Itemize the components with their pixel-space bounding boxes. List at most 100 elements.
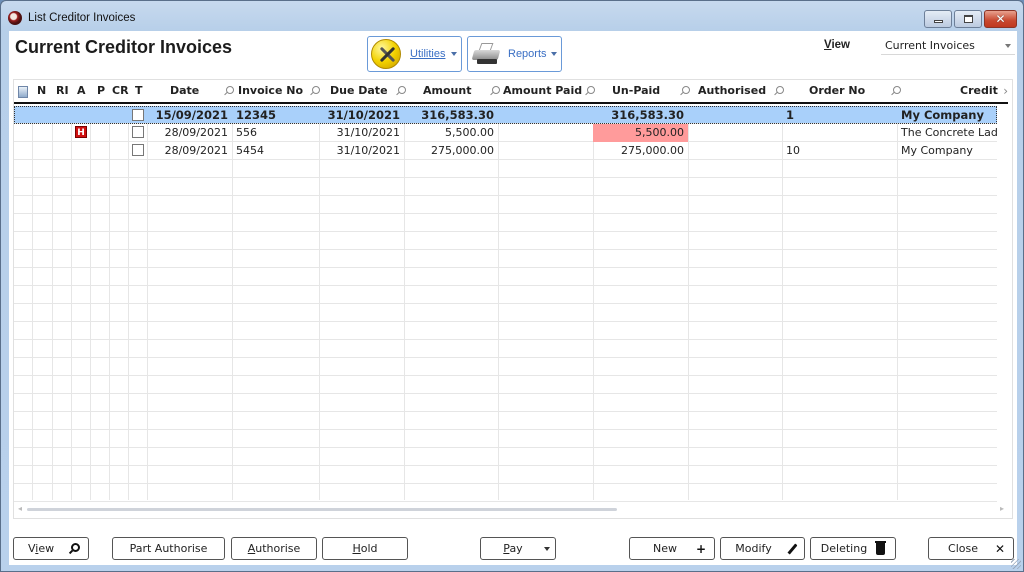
row-divider xyxy=(14,249,997,250)
row-divider xyxy=(14,285,997,286)
due-date-search-icon[interactable] xyxy=(396,80,408,102)
column-header-creditor[interactable]: Credit xyxy=(960,80,998,102)
authorise-label: Authorise xyxy=(247,542,301,555)
column-header-due-date[interactable]: Due Date xyxy=(330,80,388,102)
cell-creditor: My Company xyxy=(901,108,984,122)
chevron-down-icon xyxy=(544,547,550,551)
window-close-button[interactable]: ✕ xyxy=(984,10,1017,28)
printer-icon xyxy=(471,43,501,65)
scroll-left-icon[interactable]: ◂ xyxy=(18,504,22,513)
new-button[interactable]: New + xyxy=(629,537,715,560)
row-divider xyxy=(14,465,997,466)
row-divider xyxy=(14,303,997,304)
cell-date: 15/09/2021 xyxy=(155,108,228,122)
amount-search-icon[interactable] xyxy=(490,80,502,102)
date-search-icon[interactable] xyxy=(224,80,236,102)
tax-checkbox[interactable] xyxy=(128,106,148,124)
tools-icon xyxy=(371,39,401,69)
table-row[interactable]: 28/09/2021 5454 31/10/2021 275,000.00 27… xyxy=(14,142,997,160)
column-header-amount-paid[interactable]: Amount Paid xyxy=(503,80,582,102)
window-controls: ✕ xyxy=(924,10,1017,28)
utilities-button[interactable]: Utilities xyxy=(367,36,462,72)
column-header-a[interactable]: A xyxy=(77,80,86,102)
view-button[interactable]: View xyxy=(13,537,89,560)
row-divider xyxy=(14,339,997,340)
row-divider xyxy=(14,375,997,376)
invoice-grid: N RI A P CR T Date Invoice No Due Date A… xyxy=(13,79,1013,519)
window: List Creditor Invoices ✕ Current Credito… xyxy=(0,0,1024,572)
cell-invoice-no: 12345 xyxy=(236,108,277,122)
amount-paid-search-icon[interactable] xyxy=(585,80,597,102)
tax-checkbox[interactable] xyxy=(128,142,148,160)
unpaid-search-icon[interactable] xyxy=(680,80,692,102)
cell-amount-paid xyxy=(498,142,593,160)
cell-invoice-no: 5454 xyxy=(236,144,264,157)
minimize-button[interactable] xyxy=(924,10,952,28)
invoice-no-search-icon[interactable] xyxy=(310,80,322,102)
app-logo-icon xyxy=(8,11,22,25)
cell-authorised xyxy=(688,124,782,142)
utilities-label: Utilities xyxy=(410,48,446,60)
hold-button[interactable]: Hold xyxy=(322,537,408,560)
column-header-authorised[interactable]: Authorised xyxy=(698,80,766,102)
delete-button[interactable]: Deleting xyxy=(810,537,896,560)
page-title: Current Creditor Invoices xyxy=(15,37,233,57)
authorised-search-icon[interactable] xyxy=(774,80,786,102)
cell-order-no: 1 xyxy=(786,108,795,122)
column-header-unpaid[interactable]: Un-Paid xyxy=(612,80,660,102)
view-filter-value: Current Invoices xyxy=(885,39,975,52)
column-header-invoice-no[interactable]: Invoice No xyxy=(238,80,303,102)
order-no-search-icon[interactable] xyxy=(891,80,903,102)
cell-due-date: 31/10/2021 xyxy=(327,108,400,122)
cell-order-no xyxy=(782,124,897,142)
cell-date: 28/09/2021 xyxy=(164,144,228,157)
column-header-t[interactable]: T xyxy=(135,80,143,102)
column-header-date[interactable]: Date xyxy=(170,80,199,102)
cell-amount: 5,500.00 xyxy=(445,126,494,139)
chevron-down-icon xyxy=(1005,44,1011,48)
maximize-button[interactable] xyxy=(954,10,982,28)
scrollbar-thumb[interactable] xyxy=(27,508,617,511)
cell-date: 28/09/2021 xyxy=(164,126,228,139)
column-header-amount[interactable]: Amount xyxy=(423,80,471,102)
modify-button[interactable]: Modify xyxy=(720,537,805,560)
cell-amount: 275,000.00 xyxy=(431,144,494,157)
scroll-right-icon[interactable]: ▸ xyxy=(1000,504,1004,513)
resize-grip[interactable] xyxy=(1011,559,1021,569)
close-button[interactable]: Close ✕ xyxy=(928,537,1014,560)
cell-authorised xyxy=(688,142,782,160)
horizontal-scrollbar[interactable]: ◂ ▸ xyxy=(14,504,1012,516)
chevron-right-icon[interactable]: › xyxy=(1003,80,1008,102)
column-header-p[interactable]: P xyxy=(97,80,105,102)
column-chooser-icon[interactable] xyxy=(18,86,28,98)
column-header-order-no[interactable]: Order No xyxy=(809,80,865,102)
row-divider xyxy=(14,267,997,268)
reports-label: Reports xyxy=(508,48,547,60)
title-bar[interactable]: List Creditor Invoices ✕ xyxy=(1,1,1023,31)
table-row[interactable]: 15/09/2021 12345 31/10/2021 316,583.30 3… xyxy=(14,106,997,124)
cell-unpaid: 316,583.30 xyxy=(611,108,684,122)
row-divider xyxy=(14,393,997,394)
column-header-cr[interactable]: CR xyxy=(112,80,129,102)
part-authorise-button[interactable]: Part Authorise xyxy=(112,537,225,560)
reports-button[interactable]: Reports xyxy=(467,36,562,72)
authorise-button[interactable]: Authorise xyxy=(231,537,317,560)
cell-amount: 316,583.30 xyxy=(421,108,494,122)
row-divider xyxy=(14,483,997,484)
table-row[interactable]: H 28/09/2021 556 31/10/2021 5,500.00 5,5… xyxy=(14,124,997,142)
part-authorise-label: Part Authorise xyxy=(129,542,208,555)
close-icon: ✕ xyxy=(995,12,1006,26)
minimize-icon xyxy=(933,20,943,23)
row-divider xyxy=(14,357,997,358)
column-header-n[interactable]: N xyxy=(37,80,46,102)
hold-icon: H xyxy=(75,126,87,138)
view-filter-label: View xyxy=(824,39,851,51)
window-title: List Creditor Invoices xyxy=(28,12,136,24)
pay-button[interactable]: Pay xyxy=(480,537,556,560)
cell-due-date: 31/10/2021 xyxy=(336,144,400,157)
column-header-ri[interactable]: RI xyxy=(56,80,69,102)
cell-amount-paid xyxy=(498,124,593,142)
tax-checkbox[interactable] xyxy=(128,124,148,142)
view-filter-select[interactable]: Current Invoices xyxy=(881,35,1015,55)
row-divider xyxy=(14,321,997,322)
